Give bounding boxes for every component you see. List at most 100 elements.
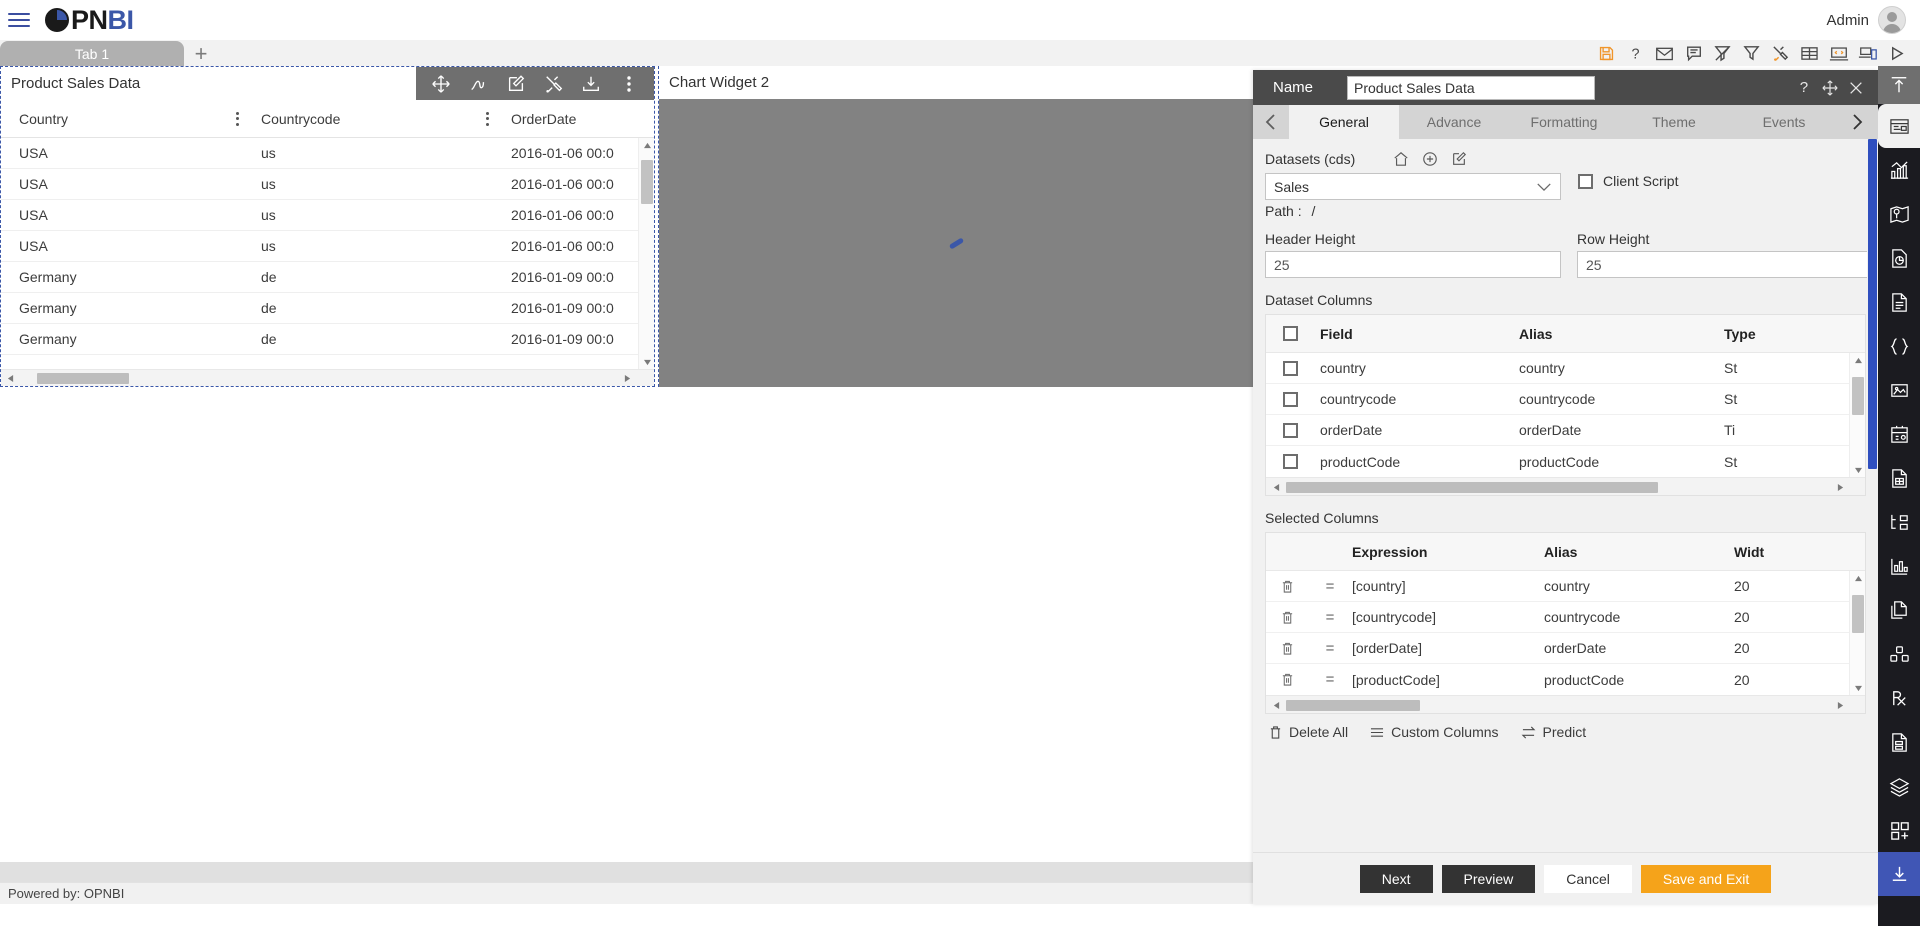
scroll-up-icon[interactable]: [639, 138, 654, 152]
table-row[interactable]: USA us 2016-01-06 00:0: [1, 138, 654, 169]
panel-scroll-thumb[interactable]: [1868, 139, 1877, 469]
scroll-right-icon[interactable]: [1833, 696, 1847, 714]
drag-handle-icon[interactable]: =: [1308, 671, 1352, 688]
grid-vertical-scrollbar[interactable]: [638, 138, 654, 369]
widget-icon[interactable]: [1878, 104, 1920, 148]
table-row[interactable]: productCode productCode St: [1266, 446, 1865, 477]
table-row[interactable]: countrycode countrycode St: [1266, 384, 1865, 415]
client-script-row[interactable]: Client Script: [1578, 173, 1678, 189]
tab-theme[interactable]: Theme: [1619, 105, 1729, 139]
row-checkbox[interactable]: [1266, 422, 1314, 438]
dataset-columns-vscroll[interactable]: [1849, 353, 1865, 477]
panel-vertical-scrollbar[interactable]: [1867, 139, 1878, 852]
row-checkbox[interactable]: [1266, 391, 1314, 407]
scroll-down-icon[interactable]: [639, 355, 654, 369]
table-row[interactable]: Germany de 2016-01-09 00:0: [1, 262, 654, 293]
add-circle-icon[interactable]: [1422, 151, 1438, 167]
scroll-left-icon[interactable]: [1269, 696, 1283, 714]
panel-body[interactable]: Datasets (cds) Sales Client Script Path …: [1253, 139, 1878, 852]
move-icon[interactable]: [1822, 79, 1838, 96]
clear-filter-icon[interactable]: [1711, 43, 1734, 64]
dataset-columns-body[interactable]: country country St countrycode countrycode St…: [1266, 353, 1865, 477]
custom-columns-button[interactable]: Custom Columns: [1370, 724, 1499, 740]
selected-columns-vscroll[interactable]: [1849, 571, 1865, 695]
tab-tab1[interactable]: Tab 1: [0, 41, 184, 66]
home-icon[interactable]: [1393, 151, 1409, 167]
edit-icon[interactable]: [502, 71, 530, 97]
play-icon[interactable]: [1885, 43, 1908, 64]
table-row[interactable]: = [countrycode] countrycode 20: [1266, 602, 1865, 633]
table-icon[interactable]: [1798, 43, 1821, 64]
image-icon[interactable]: [1878, 368, 1920, 412]
close-icon[interactable]: [1848, 80, 1864, 96]
filter-icon[interactable]: [1740, 43, 1763, 64]
save-and-exit-button[interactable]: Save and Exit: [1640, 864, 1772, 893]
layers-icon[interactable]: [1878, 764, 1920, 808]
grid-hscroll-thumb[interactable]: [37, 373, 129, 384]
selected-columns-table[interactable]: Expression Alias Widt = [country] country 2…: [1265, 532, 1866, 714]
scroll-left-icon[interactable]: [3, 370, 17, 387]
grid-col-country[interactable]: Country: [1, 100, 251, 137]
scroll-thumb[interactable]: [1852, 377, 1864, 415]
scroll-up-icon[interactable]: [1850, 571, 1866, 585]
drag-handle-icon[interactable]: =: [1308, 578, 1352, 595]
table-row[interactable]: country country St: [1266, 353, 1865, 384]
bar-stats-icon[interactable]: [1878, 544, 1920, 588]
tree-icon[interactable]: [1878, 500, 1920, 544]
scroll-left-icon[interactable]: [1269, 478, 1283, 496]
row-height-input[interactable]: [1577, 251, 1873, 278]
row-checkbox[interactable]: [1266, 454, 1314, 469]
tab-events[interactable]: Events: [1729, 105, 1839, 139]
scroll-down-icon[interactable]: [1850, 463, 1866, 477]
hscroll-thumb[interactable]: [1286, 700, 1420, 711]
download-icon[interactable]: [1878, 852, 1920, 896]
table-row[interactable]: Germany de 2016-01-09 00:0: [1, 293, 654, 324]
hamburger-icon[interactable]: [8, 9, 34, 31]
spreadsheet-icon[interactable]: [1878, 456, 1920, 500]
document-icon[interactable]: [1878, 280, 1920, 324]
save-icon[interactable]: [1595, 43, 1618, 64]
dataset-select[interactable]: Sales: [1265, 173, 1561, 200]
table-row[interactable]: = [country] country 20: [1266, 571, 1865, 602]
preview-button[interactable]: Preview: [1441, 864, 1536, 893]
more-options-icon[interactable]: [615, 71, 643, 97]
add-widget-icon[interactable]: [1878, 808, 1920, 852]
scroll-thumb[interactable]: [1852, 595, 1864, 633]
scroll-right-icon[interactable]: [1833, 478, 1847, 496]
grid-col-countrycode[interactable]: Countrycode: [251, 100, 501, 137]
calendar-icon[interactable]: [1878, 412, 1920, 456]
header-height-input[interactable]: [1265, 251, 1561, 278]
table-row[interactable]: orderDate orderDate Ti: [1266, 415, 1865, 446]
table-row[interactable]: = [orderDate] orderDate 20: [1266, 633, 1865, 664]
dataset-columns-hscroll[interactable]: [1266, 477, 1865, 495]
select-all-checkbox[interactable]: [1266, 326, 1314, 341]
help-icon[interactable]: ?: [1796, 79, 1812, 96]
tools-icon[interactable]: [540, 71, 568, 97]
drag-handle-icon[interactable]: =: [1308, 640, 1352, 657]
widget-rail[interactable]: [1878, 66, 1920, 926]
braces-icon[interactable]: [1878, 324, 1920, 368]
hscroll-thumb[interactable]: [1286, 482, 1658, 493]
delete-row-icon[interactable]: [1266, 579, 1308, 594]
tools-icon[interactable]: [1769, 43, 1792, 64]
tabs-next-button[interactable]: [1839, 105, 1875, 139]
column-menu-icon[interactable]: [236, 111, 239, 126]
comment-icon[interactable]: [1682, 43, 1705, 64]
help-icon[interactable]: ?: [1624, 43, 1647, 64]
delete-row-icon[interactable]: [1266, 641, 1308, 656]
column-menu-icon[interactable]: [486, 111, 489, 126]
scroll-right-icon[interactable]: [620, 370, 634, 387]
widget-properties-panel[interactable]: Name ? General Advance Formatt: [1253, 70, 1878, 904]
map-icon[interactable]: [1878, 192, 1920, 236]
widget-product-sales-data[interactable]: Product Sales Data Country Countrycode O…: [0, 66, 655, 387]
chart-canvas[interactable]: [659, 99, 1253, 387]
drag-handle-icon[interactable]: =: [1308, 609, 1352, 626]
predict-button[interactable]: Predict: [1521, 724, 1586, 740]
selected-columns-body[interactable]: = [country] country 20 = [countrycode] country…: [1266, 571, 1865, 695]
widget-chart-2[interactable]: Chart Widget 2: [658, 66, 1253, 387]
form-icon[interactable]: [1878, 720, 1920, 764]
tabs-prev-button[interactable]: [1253, 105, 1289, 139]
table-row[interactable]: USA us 2016-01-06 00:0: [1, 169, 654, 200]
cubes-icon[interactable]: [1878, 632, 1920, 676]
report-pie-icon[interactable]: [1878, 236, 1920, 280]
